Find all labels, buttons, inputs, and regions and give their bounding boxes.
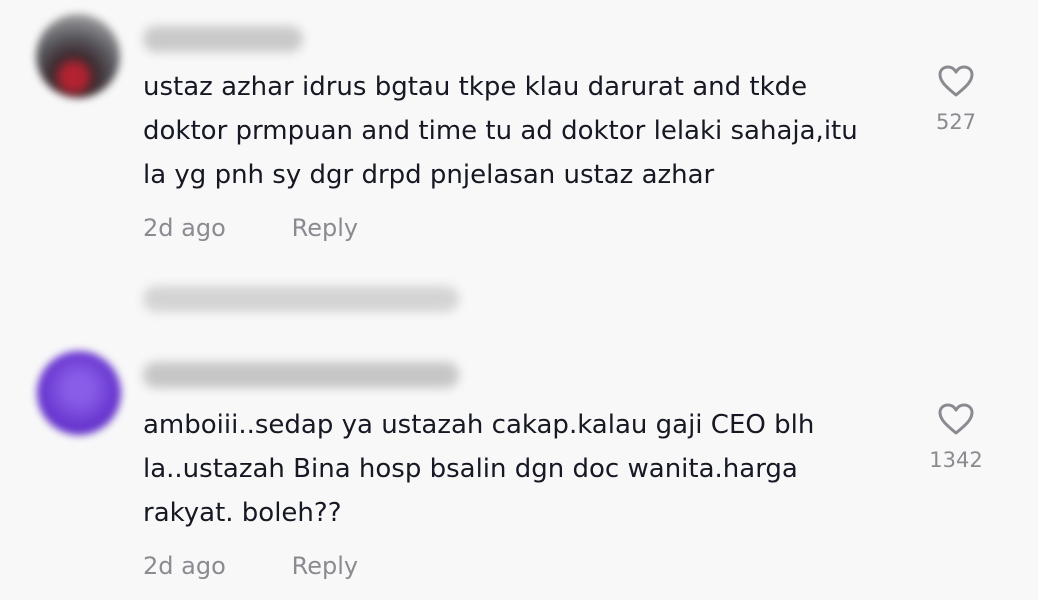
heart-outline-icon (938, 65, 974, 97)
reply-button[interactable]: Reply (292, 213, 358, 243)
view-replies-blurred[interactable] (143, 286, 459, 312)
reply-button[interactable]: Reply (292, 551, 358, 581)
username-blurred[interactable] (143, 26, 303, 52)
comment-meta: 2d ago Reply (143, 213, 358, 243)
like-count: 527 (935, 110, 977, 134)
comment-list: ustaz azhar idrus bgtau tkpe klau darura… (0, 0, 1038, 600)
username-blurred[interactable] (143, 362, 459, 388)
avatar[interactable] (37, 351, 121, 435)
comment-meta: 2d ago Reply (143, 551, 358, 581)
like-button[interactable]: 1342 (916, 402, 996, 472)
avatar[interactable] (36, 14, 120, 98)
comment-text: amboiii..sedap ya ustazah cakap.kalau ga… (143, 410, 815, 528)
comment-text: ustaz azhar idrus bgtau tkpe klau darura… (143, 72, 858, 190)
like-button[interactable]: 527 (916, 64, 996, 134)
comment-timestamp: 2d ago (143, 552, 226, 580)
heart-outline-icon (938, 403, 974, 435)
like-count: 1342 (929, 448, 983, 472)
comment-timestamp: 2d ago (143, 214, 226, 242)
